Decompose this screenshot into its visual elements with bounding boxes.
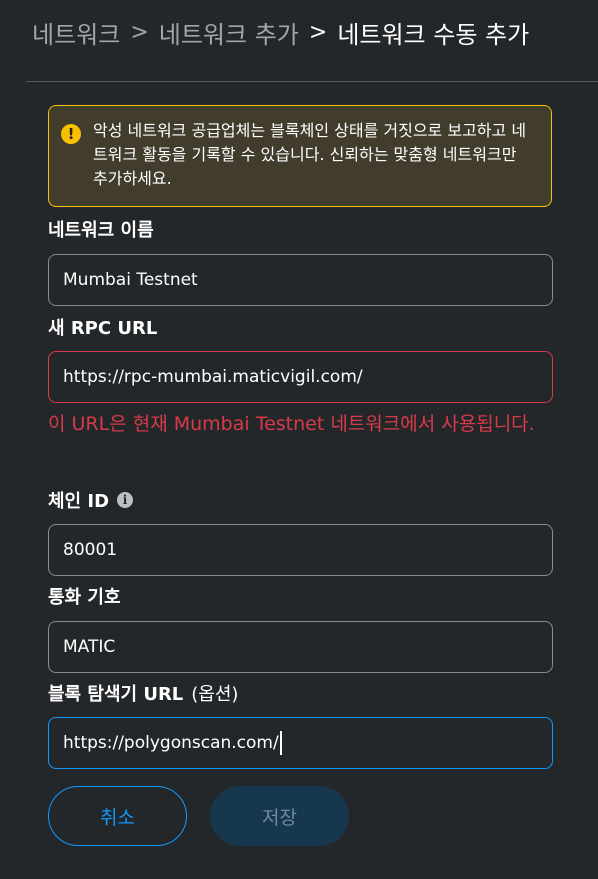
block-explorer-input[interactable]: https://polygonscan.com/ <box>48 717 553 769</box>
warning-text: 악성 네트워크 공급업체는 블록체인 상태를 거짓으로 보고하고 네트워크 활동… <box>93 121 527 188</box>
chain-id-value: 80001 <box>63 540 118 560</box>
save-button-label: 저장 <box>262 806 297 829</box>
chain-id-label: 체인 ID i <box>48 487 134 513</box>
breadcrumb-separator: > <box>130 19 149 45</box>
cancel-button-label: 취소 <box>100 806 135 829</box>
block-explorer-value: https://polygonscan.com/ <box>63 733 279 753</box>
breadcrumb: 네트워크 > 네트워크 추가 > 네트워크 수동 추가 <box>32 14 529 50</box>
network-name-label: 네트워크 이름 <box>48 216 154 242</box>
rpc-url-input[interactable]: https://rpc-mumbai.maticvigil.com/ <box>48 351 553 403</box>
network-name-input[interactable]: Mumbai Testnet <box>48 254 553 306</box>
info-icon[interactable]: i <box>117 492 134 508</box>
rpc-url-value: https://rpc-mumbai.maticvigil.com/ <box>63 367 363 387</box>
warning-banner: ! 악성 네트워크 공급업체는 블록체인 상태를 거짓으로 보고하고 네트워크 … <box>48 105 552 207</box>
rpc-url-label-text: 새 RPC URL <box>48 318 158 339</box>
rpc-url-label: 새 RPC URL <box>48 314 157 340</box>
currency-symbol-input[interactable]: MATIC <box>48 621 553 673</box>
block-explorer-label-text: 블록 탐색기 URL <box>48 684 184 705</box>
text-caret <box>279 731 282 755</box>
network-name-value: Mumbai Testnet <box>63 270 198 290</box>
breadcrumb-separator: > <box>308 19 328 45</box>
network-name-label-text: 네트워크 이름 <box>48 220 154 241</box>
optional-tag: (옵션) <box>191 684 239 705</box>
rpc-url-error-message: 이 URL은 현재 Mumbai Testnet 네트워크에서 사용됩니다. <box>48 413 535 435</box>
breadcrumb-add-network-manually: 네트워크 수동 추가 <box>337 20 530 49</box>
breadcrumb-networks[interactable]: 네트워크 <box>32 15 120 50</box>
currency-symbol-value: MATIC <box>63 637 116 657</box>
chain-id-label-text: 체인 ID <box>48 491 110 512</box>
cancel-button[interactable]: 취소 <box>48 786 187 846</box>
save-button[interactable]: 저장 <box>210 786 349 846</box>
breadcrumb-add-network[interactable]: 네트워크 추가 <box>159 15 299 50</box>
block-explorer-label: 블록 탐색기 URL (옵션) <box>48 680 238 706</box>
chain-id-input[interactable]: 80001 <box>48 524 553 576</box>
currency-symbol-label-text: 통화 기호 <box>48 587 121 608</box>
warning-icon: ! <box>61 124 81 144</box>
add-network-page: 네트워크 > 네트워크 추가 > 네트워크 수동 추가 ! 악성 네트워크 공급… <box>0 0 598 879</box>
header-divider <box>26 81 598 82</box>
currency-symbol-label: 통화 기호 <box>48 583 121 609</box>
